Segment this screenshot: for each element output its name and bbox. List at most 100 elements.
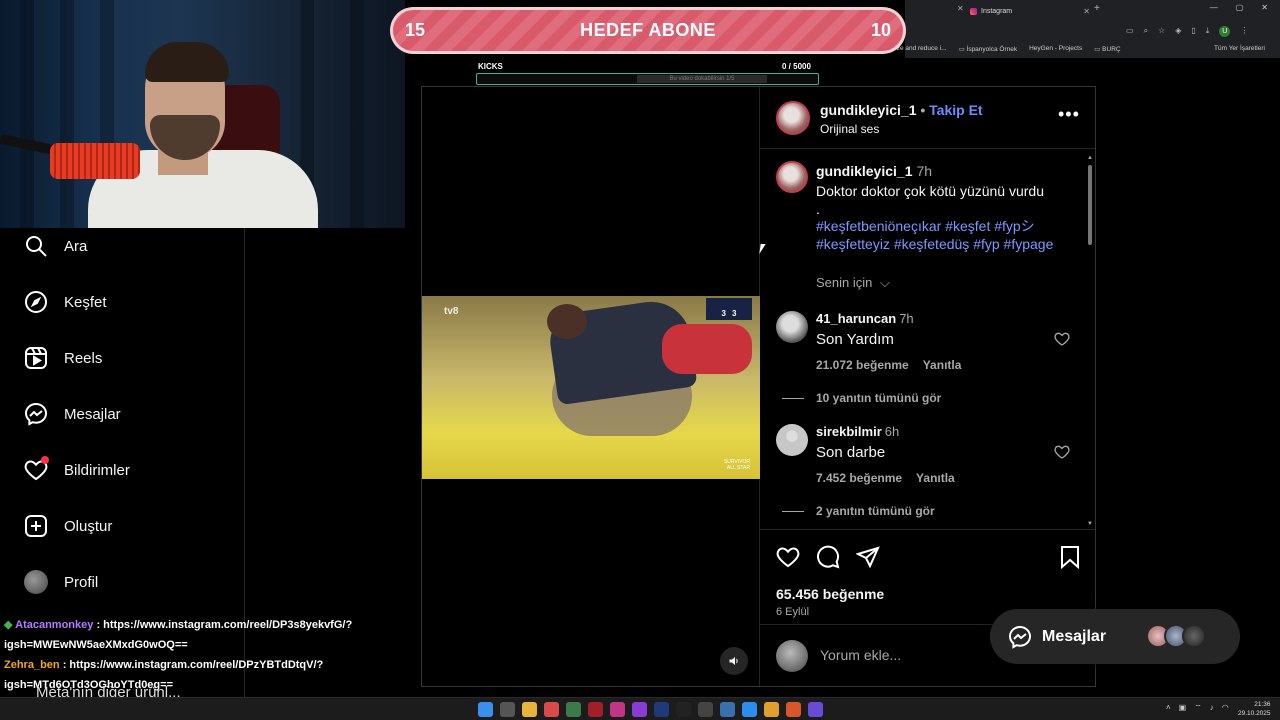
post-header: gundikleyici_1 • Takip Et Orijinal ses •… — [760, 87, 1095, 149]
chat-text: : https://www.instagram.com/reel/DP3s8ye… — [96, 619, 353, 631]
author-avatar[interactable] — [776, 161, 808, 193]
all-bookmarks[interactable]: Tüm Yer İşaretleri — [1214, 45, 1265, 52]
view-replies[interactable]: 2 yanıtın tümünü gör — [816, 504, 935, 518]
app-icon[interactable] — [566, 702, 581, 717]
start-icon[interactable] — [478, 702, 493, 717]
comment-icon[interactable] — [816, 545, 840, 569]
bookmark-item[interactable]: HeyGen - Projects — [1029, 45, 1082, 53]
author-avatar[interactable] — [776, 101, 810, 135]
tiktok-icon[interactable] — [676, 702, 691, 717]
chevron-up-icon[interactable]: ˄ — [1166, 703, 1171, 713]
photoshop-icon[interactable] — [654, 702, 669, 717]
app-icon[interactable] — [786, 702, 801, 717]
minimize-icon[interactable]: — — [1210, 3, 1218, 12]
nav-label: Oluştur — [64, 517, 113, 535]
instagram-icon[interactable] — [610, 702, 625, 717]
like-comment-heart-icon[interactable] — [1054, 444, 1070, 460]
scroll-down-icon[interactable]: ▼ — [1087, 521, 1093, 527]
post-actions: 65.456 beğenme 6 Eylül — [760, 529, 1095, 619]
caption-username[interactable]: gundikleyici_1 — [816, 163, 912, 179]
bookmark-item[interactable]: İspanyolca Örnek — [959, 45, 1018, 53]
taskbar-clock[interactable]: 21:36 29.10.2025 — [1238, 700, 1271, 718]
close-window-icon[interactable]: ✕ — [1261, 3, 1268, 12]
goal-banner: 15 HEDEF ABONE 10 — [390, 7, 906, 54]
comment-text: Son darbe — [816, 444, 886, 461]
cast-icon[interactable]: ▭ — [1126, 26, 1134, 37]
app-icon[interactable] — [544, 702, 559, 717]
extension-icon[interactable]: ◈ — [1175, 26, 1181, 37]
bookmark-item[interactable]: size and reduce i... — [892, 45, 947, 53]
reply-button[interactable]: Yanıtla — [916, 471, 955, 485]
caption-hashtags[interactable]: #keşfetbeniöneçıkar #keşfet #fypシ #keşfe… — [816, 217, 1076, 253]
author-username[interactable]: gundikleyici_1 — [820, 102, 916, 118]
like-heart-icon[interactable] — [776, 545, 800, 569]
file-explorer-icon[interactable] — [522, 702, 537, 717]
wifi-icon[interactable]: ◠ — [1222, 703, 1229, 713]
commenter-avatar[interactable] — [776, 311, 808, 343]
nav-item-messages[interactable]: Mesajlar — [24, 402, 121, 426]
comments-scroll[interactable]: gundikleyici_1 7h Doktor doktor çok kötü … — [760, 150, 1095, 528]
nav-item-profile[interactable]: Profil — [24, 570, 98, 594]
audio-label[interactable]: Orijinal ses — [820, 122, 879, 136]
for-you-dropdown[interactable]: Senin için ⌵ — [816, 275, 890, 291]
like-comment-heart-icon[interactable] — [1054, 331, 1070, 347]
mute-button[interactable] — [720, 647, 748, 675]
profile-avatar[interactable]: U — [1219, 26, 1231, 37]
maximize-icon[interactable]: ▢ — [1236, 3, 1244, 12]
mic-icon[interactable]: ♪ — [1210, 703, 1214, 713]
bookmark-icon[interactable] — [1058, 545, 1082, 569]
comment-text: Son Yardım — [816, 331, 894, 348]
score-board: 3 3 — [706, 298, 752, 320]
kicks-count: 0 / 5000 — [782, 62, 811, 71]
commenter-avatar[interactable] — [776, 424, 808, 456]
app-icon[interactable] — [632, 702, 647, 717]
app-icon[interactable] — [698, 702, 713, 717]
close-tab-icon[interactable]: ✕ — [957, 4, 964, 13]
scrollbar-thumb[interactable] — [1088, 165, 1092, 245]
clock-date: 29.10.2025 — [1238, 710, 1271, 717]
downloads-icon[interactable]: ⤓ — [1206, 26, 1210, 37]
nav-item-explore[interactable]: Keşfet — [24, 290, 107, 314]
app-icon[interactable] — [588, 702, 603, 717]
comment-likes[interactable]: 21.072 beğenme — [816, 358, 909, 372]
for-you-label: Senin için — [816, 275, 873, 290]
star-icon[interactable]: ☆ — [1158, 26, 1165, 37]
comment-likes[interactable]: 7.452 beğenme — [816, 471, 902, 485]
close-tab-icon[interactable]: ✕ — [1083, 7, 1090, 16]
nav-item-reels[interactable]: Reels — [24, 346, 102, 370]
commenter-username[interactable]: 41_haruncan — [816, 311, 896, 326]
bookmark-item[interactable]: BURÇ — [1094, 45, 1120, 53]
zoom-icon[interactable]: ⌕ — [1144, 26, 1148, 37]
show-brand: SURVIVOR ALL STAR — [724, 459, 750, 471]
scroll-up-icon[interactable]: ▲ — [1087, 155, 1093, 161]
nav-item-create[interactable]: Oluştur — [24, 514, 112, 538]
share-icon[interactable] — [856, 545, 880, 569]
post-likes[interactable]: 65.456 beğenme — [776, 586, 884, 602]
menu-icon[interactable]: ⋮ — [1240, 26, 1248, 37]
app-tray-icon[interactable]: ▣ — [1179, 703, 1187, 713]
view-replies[interactable]: 10 yanıtın tümünü gör — [816, 391, 941, 405]
messages-pill[interactable]: Mesajlar — [990, 609, 1240, 664]
app-icon[interactable] — [808, 702, 823, 717]
nav-item-search[interactable]: Ara — [24, 234, 87, 258]
commenter-username[interactable]: sirekbilmir — [816, 424, 882, 439]
chrome-icon[interactable] — [764, 702, 779, 717]
new-tab-icon[interactable]: + — [1094, 3, 1100, 14]
more-options-icon[interactable]: ••• — [1058, 105, 1080, 123]
task-view-icon[interactable] — [500, 702, 515, 717]
reply-button[interactable]: Yanıtla — [923, 358, 962, 372]
network-icon[interactable]: ⌔ — [1194, 703, 1202, 713]
follow-button[interactable]: Takip Et — [929, 102, 982, 118]
browser-tab-instagram[interactable]: Instagram ✕ — [970, 3, 1090, 19]
sidebar-icon[interactable]: ▯ — [1191, 26, 1195, 37]
reel-media[interactable]: tv8 3 3 SURVIVOR ALL STAR — [422, 87, 760, 686]
nav-label: Ara — [64, 237, 88, 255]
score-left: 3 — [721, 309, 726, 318]
video-frame[interactable]: tv8 3 3 SURVIVOR ALL STAR — [422, 296, 760, 479]
edge-icon[interactable] — [742, 702, 757, 717]
app-icon[interactable] — [720, 702, 735, 717]
banner-left-number: 15 — [405, 20, 426, 40]
kicks-progress-bar: Bu video dokabilirsin 1/5 — [476, 73, 819, 85]
nav-item-notifications[interactable]: Bildirimler — [24, 456, 130, 482]
scrollbar[interactable]: ▲ ▼ — [1087, 155, 1093, 527]
